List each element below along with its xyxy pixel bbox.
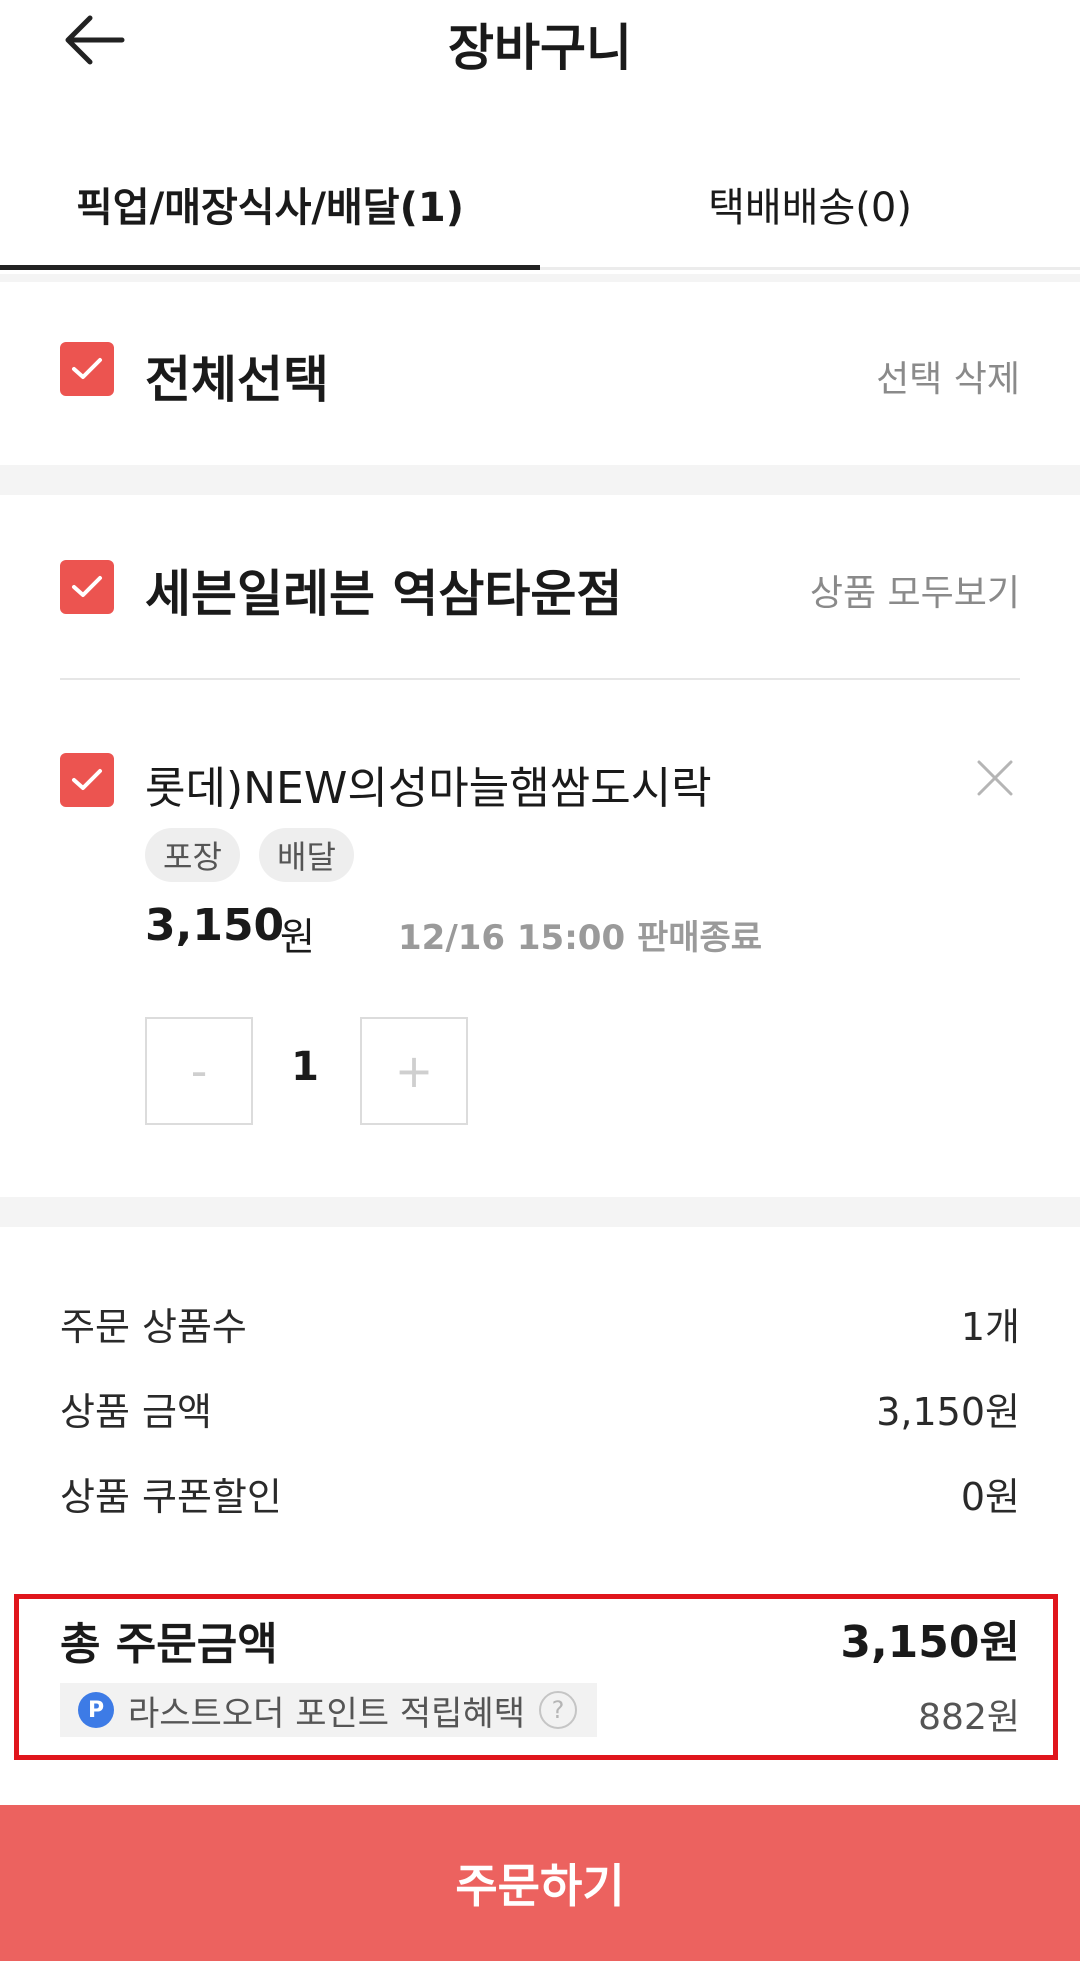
- cart-tabs: 픽업/매장식사/배달(1) 택배배송(0): [0, 140, 1080, 270]
- order-button[interactable]: 주문하기: [0, 1805, 1080, 1961]
- sale-deadline: 12/16 15:00 판매종료: [398, 918, 763, 958]
- points-benefit-value: 882원: [918, 1697, 1020, 1738]
- page-title: 장바구니: [448, 19, 632, 77]
- quantity-increase-button[interactable]: +: [360, 1017, 468, 1125]
- product-amount-value: 3,150원: [876, 1390, 1020, 1434]
- order-count-value: 1개: [960, 1305, 1020, 1349]
- store-divider: [60, 678, 1020, 680]
- order-count-label: 주문 상품수: [60, 1305, 247, 1349]
- help-icon[interactable]: ?: [538, 1691, 577, 1729]
- coupon-discount-value: 0원: [960, 1475, 1020, 1519]
- quantity-value: 1: [291, 1044, 319, 1090]
- product-amount-label: 상품 금액: [60, 1390, 212, 1434]
- select-all-label: 전체선택: [145, 351, 329, 409]
- store-name: 세븐일레븐 역삼타운점: [145, 565, 623, 623]
- delete-selected-button[interactable]: 선택 삭제: [876, 350, 1020, 402]
- total-order-label: 총 주문금액: [60, 1619, 278, 1670]
- tab-pickup-delivery[interactable]: 픽업/매장식사/배달(1): [0, 140, 540, 270]
- check-icon: [72, 769, 102, 790]
- check-icon: [72, 576, 102, 597]
- total-order-value: 3,150원: [840, 1617, 1020, 1668]
- section-divider: [0, 1197, 1080, 1227]
- store-checkbox[interactable]: [60, 560, 114, 614]
- tag-takeout: 포장: [145, 828, 240, 882]
- points-benefit-chip: P 라스트오더 포인트 적립혜택 ?: [60, 1683, 597, 1737]
- close-icon: [977, 760, 1013, 796]
- product-checkbox[interactable]: [60, 753, 114, 807]
- coupon-discount-label: 상품 쿠폰할인: [60, 1475, 282, 1519]
- check-icon: [72, 358, 102, 379]
- points-icon: P: [78, 1692, 114, 1728]
- app-header: 장바구니: [0, 0, 1080, 80]
- price-unit: 원: [280, 915, 315, 959]
- product-price: 3,150: [145, 900, 285, 951]
- tag-delivery: 배달: [259, 828, 354, 882]
- select-all-checkbox[interactable]: [60, 342, 114, 396]
- view-all-products-link[interactable]: 상품 모두보기: [810, 564, 1020, 616]
- quantity-decrease-button[interactable]: -: [145, 1017, 253, 1125]
- tab-parcel-delivery[interactable]: 택배배송(0): [540, 140, 1080, 267]
- points-benefit-label: 라스트오더 포인트 적립혜택: [128, 1693, 525, 1734]
- remove-item-button[interactable]: [975, 758, 1015, 798]
- product-name: 롯데)NEW의성마늘햄쌈도시락: [145, 763, 712, 814]
- section-divider: [0, 274, 1080, 282]
- section-divider: [0, 465, 1080, 495]
